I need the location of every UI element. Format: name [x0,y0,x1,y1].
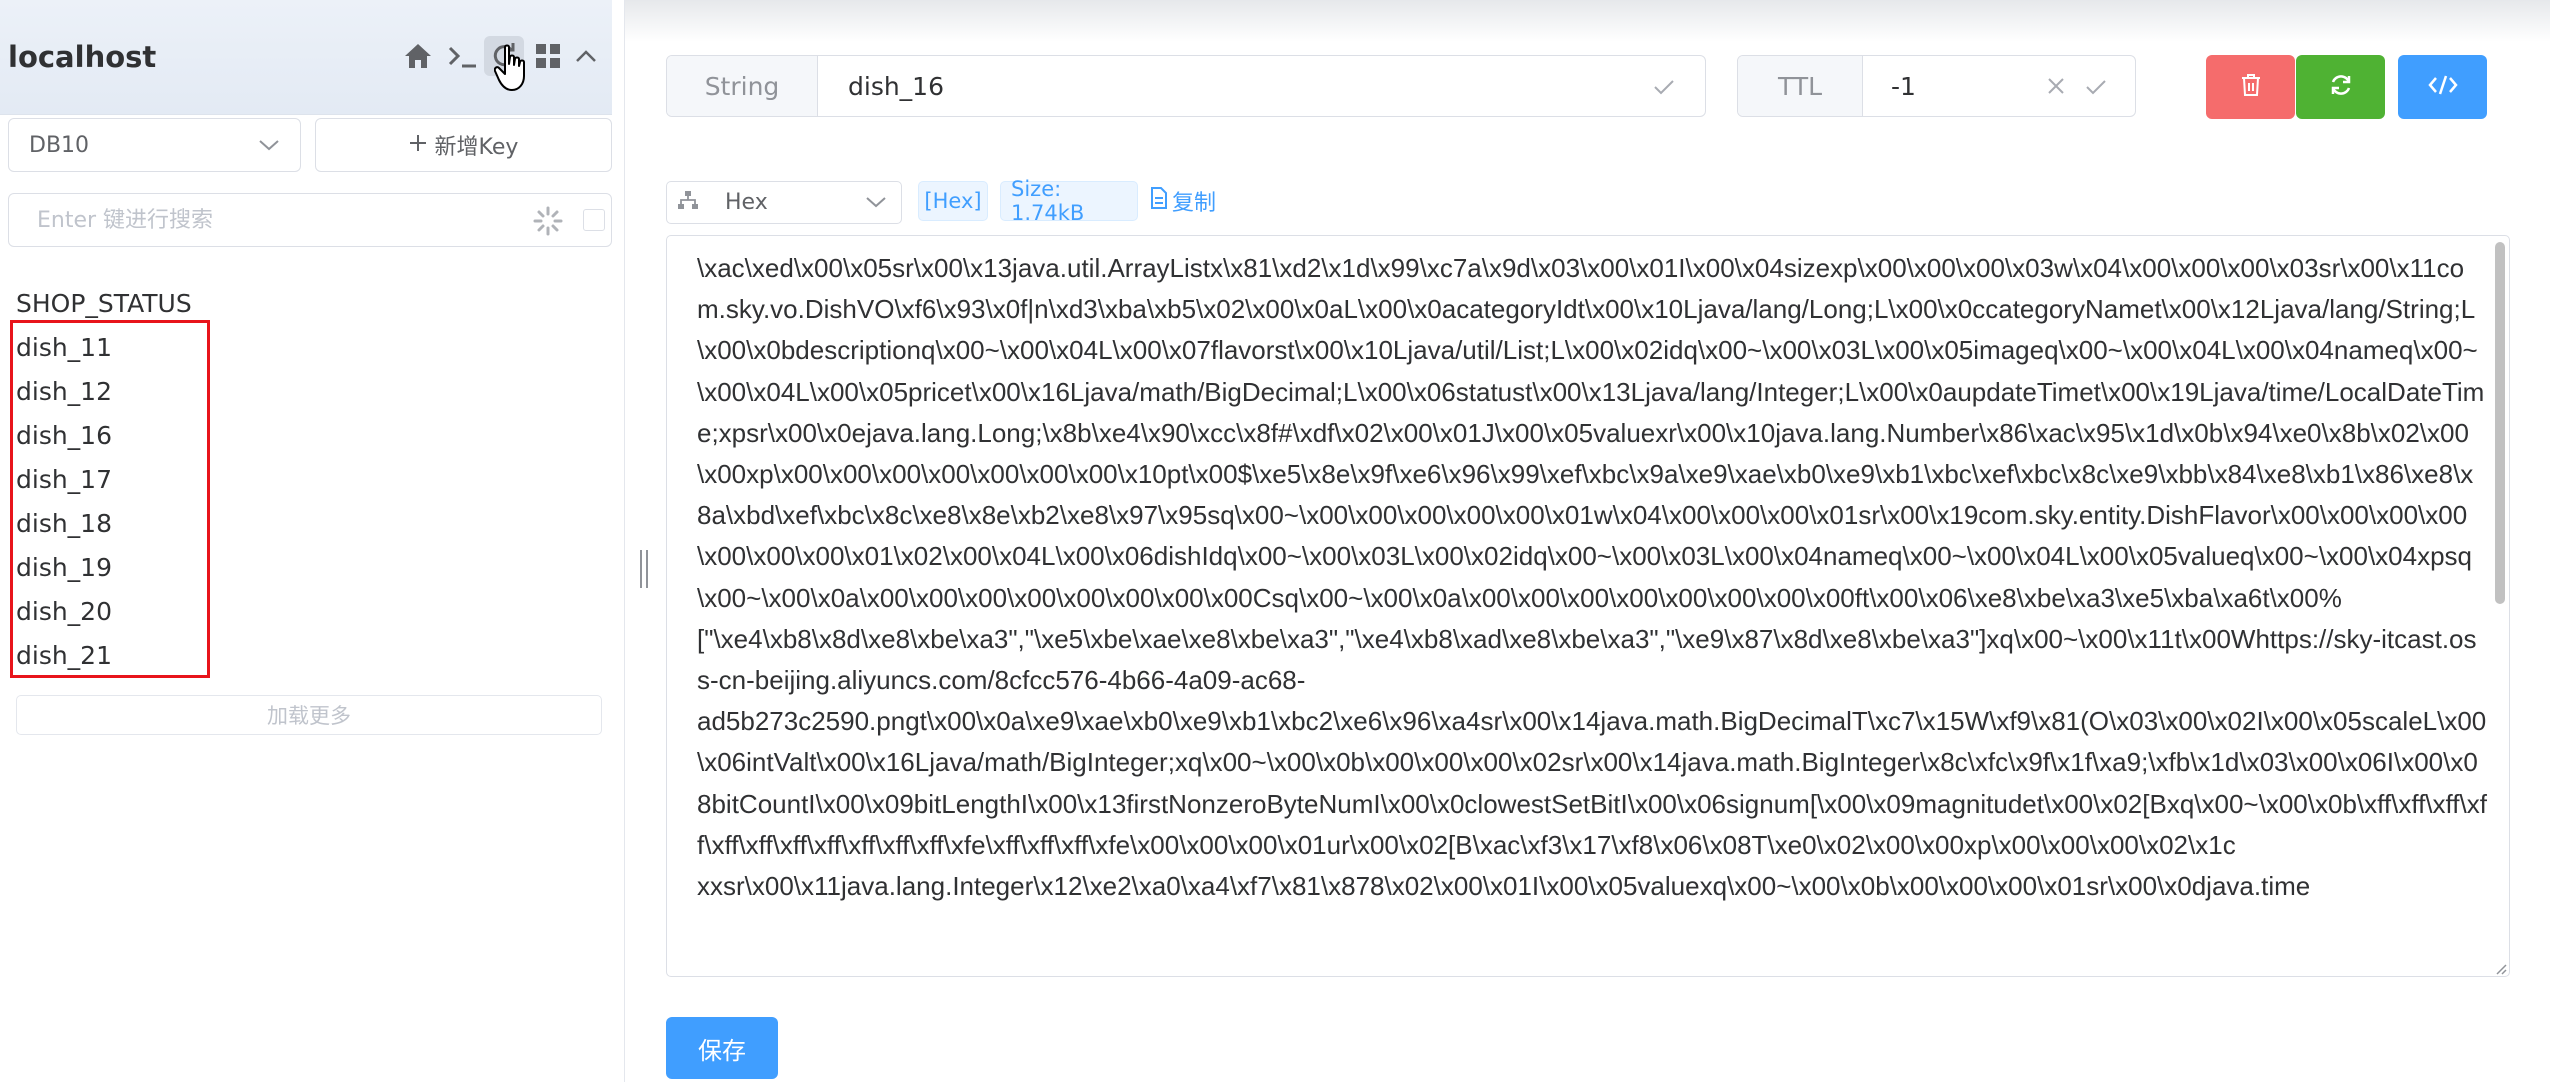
key-item[interactable]: SHOP_STATUS [16,282,192,326]
home-icon[interactable] [398,36,438,76]
key-type-label: String [667,56,818,116]
tree-structure-icon [677,190,699,216]
ttl-label: TTL [1738,56,1863,116]
connection-name: localhost [8,40,157,74]
value-editor[interactable]: \xac\xed\x00\x05sr\x00\x13java.util.Arra… [666,235,2510,977]
refresh-icon [2329,73,2353,101]
ttl-value: -1 [1891,71,1916,101]
view-format-select[interactable]: Hex [666,181,902,224]
format-tag: [Hex] [918,181,988,221]
chevron-down-icon [258,133,280,158]
scrollbar-thumb[interactable] [2495,242,2505,604]
load-more-button[interactable]: 加载更多 [16,695,602,735]
terminal-icon[interactable] [443,36,483,76]
size-tag: Size: 1.74kB [1000,177,1138,225]
check-icon[interactable] [1653,72,1675,101]
grid-icon[interactable] [528,36,568,76]
copy-label: 复制 [1172,191,1217,216]
key-item[interactable]: dish_16 [16,414,112,458]
connection-header[interactable]: localhost [0,0,612,115]
delete-key-button[interactable] [2206,55,2295,119]
db-select[interactable]: DB10 [8,118,301,172]
pane-resize-handle[interactable] [640,550,650,588]
ttl-group: TTL -1 [1737,55,2136,117]
value-text[interactable]: \xac\xed\x00\x05sr\x00\x13java.util.Arra… [697,248,2487,907]
ttl-input[interactable]: -1 [1863,56,2135,116]
key-name-group: String dish_16 [666,55,1706,117]
check-icon[interactable] [2085,72,2107,101]
refresh-icon[interactable] [484,36,524,76]
key-item[interactable]: dish_19 [16,546,112,590]
search-box [8,193,612,247]
key-item[interactable]: dish_21 [16,634,112,678]
close-icon[interactable] [2047,72,2065,101]
trash-icon [2240,73,2262,101]
search-input[interactable] [9,199,509,241]
sidebar: localhost DB10 新增Key Enter 键进行搜索 SHOP_ST… [0,0,625,1082]
plus-icon [409,133,427,158]
new-key-button[interactable]: 新增Key [315,118,612,172]
chevron-up-icon[interactable] [566,36,606,76]
resize-grip-icon[interactable] [2493,960,2507,975]
key-item[interactable]: dish_20 [16,590,112,634]
loading-icon [533,206,563,236]
key-item[interactable]: dish_12 [16,370,112,414]
key-name-value: dish_16 [848,71,944,101]
refresh-value-button[interactable] [2296,55,2385,119]
code-icon [2427,74,2458,100]
document-icon [1150,187,1168,215]
code-view-button[interactable] [2398,55,2487,119]
db-select-value: DB10 [29,132,90,158]
key-name-input[interactable]: dish_16 [818,56,1705,116]
view-format-value: Hex [725,190,768,215]
save-button[interactable]: 保存 [666,1017,778,1079]
chevron-down-icon [865,190,887,215]
key-item[interactable]: dish_17 [16,458,112,502]
key-item[interactable]: dish_11 [16,326,112,370]
key-item[interactable]: dish_18 [16,502,112,546]
top-shadow [625,0,2550,42]
exact-search-checkbox[interactable] [583,209,605,231]
copy-button[interactable]: 复制 [1150,185,1216,217]
new-key-label: 新增Key [434,135,519,160]
